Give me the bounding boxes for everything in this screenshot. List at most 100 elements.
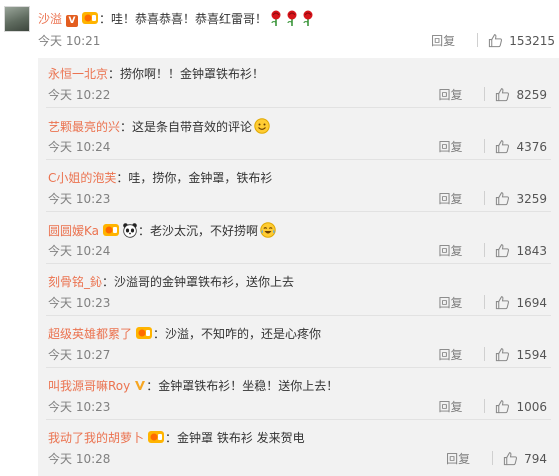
reply-body: 超级英雄都累了 ：沙溢，不知咋的，还是心疼你 bbox=[48, 326, 321, 342]
avatar[interactable] bbox=[4, 6, 30, 32]
separator bbox=[46, 211, 551, 212]
divider bbox=[484, 139, 486, 153]
username-link[interactable]: 超级英雄都累了 bbox=[48, 327, 132, 341]
reply-text: 老沙太沉，不好捞啊 bbox=[150, 224, 259, 238]
reply-body: C小姐的泡芙：哇，捞你，金钟罩，铁布衫 bbox=[48, 170, 272, 186]
laugh-cry-emoji-icon bbox=[260, 222, 276, 238]
divider bbox=[492, 451, 494, 465]
separator bbox=[46, 159, 551, 160]
thumbs-up-icon[interactable] bbox=[488, 33, 503, 48]
reply-actions: 回复 1006 bbox=[438, 399, 547, 415]
colon: ： bbox=[165, 431, 178, 445]
reply-actions: 回复 1594 bbox=[438, 347, 547, 363]
reply-button[interactable]: 回复 bbox=[438, 243, 462, 259]
reply-item: 刻骨铭_鈊：沙溢哥的金钟罩铁布衫，送你上去 今天 10:23 回复 1694 bbox=[38, 266, 559, 316]
reply-time: 今天 10:23 bbox=[48, 296, 111, 310]
fan-medal-icon bbox=[148, 431, 165, 443]
thumbs-up-icon[interactable] bbox=[495, 87, 510, 102]
thumbs-up-icon[interactable] bbox=[495, 191, 510, 206]
username-link[interactable]: 沙溢 bbox=[38, 12, 62, 26]
reply-item: 艺颗最亮的兴：这是条自带音效的评论 今天 10:24 回复 4376 bbox=[38, 110, 559, 160]
reply-button[interactable]: 回复 bbox=[438, 191, 462, 207]
username-link[interactable]: 叫我源哥嘛Roy bbox=[48, 379, 130, 393]
panda-emoji-icon bbox=[123, 223, 137, 238]
like-count: 1694 bbox=[516, 296, 547, 310]
thumbs-up-icon[interactable] bbox=[495, 139, 510, 154]
reply-text: 沙溢，不知咋的，还是心疼你 bbox=[165, 327, 322, 341]
reply-button[interactable]: 回复 bbox=[438, 295, 462, 311]
reply-body: 永恒一北京：捞你啊！！金钟罩铁布衫！ bbox=[48, 66, 264, 82]
like-count: 1006 bbox=[516, 400, 547, 414]
thumbs-up-icon[interactable] bbox=[495, 295, 510, 310]
divider bbox=[484, 347, 486, 361]
separator bbox=[46, 315, 551, 316]
like-count: 3259 bbox=[516, 192, 547, 206]
reply-actions: 回复 1843 bbox=[438, 243, 547, 259]
reply-button[interactable]: 回复 bbox=[438, 87, 462, 103]
reply-button[interactable]: 回复 bbox=[438, 139, 462, 155]
fan-medal-icon bbox=[103, 224, 120, 236]
reply-text: 捞你啊！！金钟罩铁布衫！ bbox=[120, 67, 265, 81]
username-link[interactable]: 圆圆嫒Ka bbox=[48, 224, 99, 238]
fan-medal-icon bbox=[136, 327, 153, 339]
thumbs-up-icon[interactable] bbox=[495, 399, 510, 414]
reply-time: 今天 10:22 bbox=[48, 88, 111, 102]
reply-item: 超级英雄都累了 ：沙溢，不知咋的，还是心疼你 今天 10:27 回复 1594 bbox=[38, 318, 559, 368]
like-count: 4376 bbox=[516, 140, 547, 154]
reply-actions: 回复 3259 bbox=[438, 191, 547, 207]
like-count: 1594 bbox=[516, 348, 547, 362]
reply-button[interactable]: 回复 bbox=[431, 33, 455, 49]
thumbs-up-icon[interactable] bbox=[503, 451, 518, 466]
main-comment-body: 沙溢 V ：哇！恭喜恭喜！恭喜红雷哥！ bbox=[38, 10, 315, 27]
thumbs-up-icon[interactable] bbox=[495, 243, 510, 258]
reply-item: 叫我源哥嘛Roy ：金钟罩铁布衫！坐稳！送你上去！ 今天 10:23 回复 1006 bbox=[38, 370, 559, 420]
colon: ： bbox=[116, 171, 129, 185]
reply-button[interactable]: 回复 bbox=[438, 347, 462, 363]
username-link[interactable]: 刻骨铭_鈊 bbox=[48, 275, 102, 289]
colon: ： bbox=[146, 379, 159, 393]
reply-button[interactable]: 回复 bbox=[446, 451, 470, 467]
comment-actions: 回复 153215 bbox=[431, 33, 555, 49]
username-link[interactable]: C小姐的泡芙 bbox=[48, 171, 116, 185]
divider bbox=[484, 399, 486, 413]
comment-text: ：哇！恭喜恭喜！恭喜红雷哥！ bbox=[99, 12, 268, 26]
separator bbox=[46, 419, 551, 420]
verified-v-icon: V bbox=[66, 15, 79, 27]
username-link[interactable]: 我动了我的胡萝卜 bbox=[48, 431, 144, 445]
colon: ： bbox=[120, 120, 133, 134]
reply-time: 今天 10:27 bbox=[48, 348, 111, 362]
reply-time: 今天 10:28 bbox=[48, 452, 111, 466]
reply-item: 圆圆嫒Ka ：老沙太沉，不好捞啊 今天 10:24 回复 1843 bbox=[38, 214, 559, 264]
reply-time: 今天 10:23 bbox=[48, 192, 111, 206]
colon: ： bbox=[102, 275, 115, 289]
main-comment: 沙溢 V ：哇！恭喜恭喜！恭喜红雷哥！ 今天 10:21 回复 153215 bbox=[0, 0, 559, 55]
like-count: 153215 bbox=[509, 34, 555, 48]
thumbs-up-icon[interactable] bbox=[495, 347, 510, 362]
reply-time: 今天 10:23 bbox=[48, 400, 111, 414]
rose-icon bbox=[303, 10, 313, 26]
username-link[interactable]: 艺颗最亮的兴 bbox=[48, 120, 120, 134]
reply-text: 哇，捞你，金钟罩，铁布衫 bbox=[128, 171, 273, 185]
reply-text: 金钟罩 铁布衫 发来贺电 bbox=[177, 431, 305, 445]
reply-time: 今天 10:24 bbox=[48, 244, 111, 258]
reply-actions: 回复 1694 bbox=[438, 295, 547, 311]
rose-icon bbox=[287, 10, 297, 26]
reply-body: 我动了我的胡萝卜 ：金钟罩 铁布衫 发来贺电 bbox=[48, 430, 305, 446]
colon: ： bbox=[108, 67, 121, 81]
like-count: 794 bbox=[524, 452, 547, 466]
separator bbox=[46, 263, 551, 264]
username-link[interactable]: 永恒一北京 bbox=[48, 67, 108, 81]
reply-actions: 回复 794 bbox=[446, 451, 547, 467]
colon: ： bbox=[138, 224, 151, 238]
reply-text: 金钟罩铁布衫！坐稳！送你上去！ bbox=[158, 379, 339, 393]
smile-emoji-icon bbox=[254, 118, 270, 134]
reply-body: 艺颗最亮的兴：这是条自带音效的评论 bbox=[48, 118, 270, 135]
divider bbox=[477, 33, 479, 47]
reply-button[interactable]: 回复 bbox=[438, 399, 462, 415]
reply-item: 永恒一北京：捞你啊！！金钟罩铁布衫！ 今天 10:22 回复 8259 bbox=[38, 58, 559, 108]
reply-body: 刻骨铭_鈊：沙溢哥的金钟罩铁布衫，送你上去 bbox=[48, 274, 294, 290]
reply-text: 这是条自带音效的评论 bbox=[132, 120, 253, 134]
reply-actions: 回复 8259 bbox=[438, 87, 547, 103]
reply-time: 今天 10:24 bbox=[48, 140, 111, 154]
colon: ： bbox=[153, 327, 166, 341]
